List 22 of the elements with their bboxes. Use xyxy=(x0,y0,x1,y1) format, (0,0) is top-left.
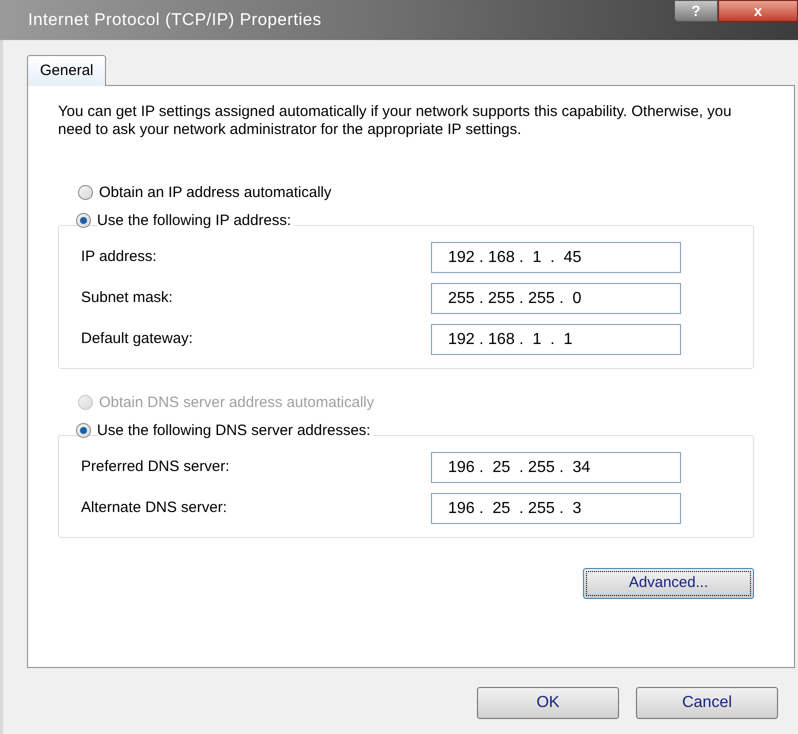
window-title: Internet Protocol (TCP/IP) Properties xyxy=(28,9,322,32)
field-label: Default gateway: xyxy=(81,329,194,350)
radio-label: Use the following DNS server addresses: xyxy=(97,423,374,438)
ip-address-field[interactable]: 255 . 255 . 255 . 0 xyxy=(431,283,681,314)
radio-button[interactable] xyxy=(76,423,91,438)
ip-address-field[interactable]: 196 . 25 . 255 . 34 xyxy=(431,452,681,483)
advanced-button[interactable]: Advanced... xyxy=(583,568,754,599)
ok-button[interactable]: OK xyxy=(477,687,619,719)
description-text: You can get IP settings assigned automatically if your network supports this capability. Otherwise, you need to ask your network administrator for the appropriate IP settings. xyxy=(58,103,732,139)
radio-button[interactable] xyxy=(78,185,93,200)
ip-address-field[interactable]: 192 . 168 . 1 . 45 xyxy=(431,242,681,273)
close-button[interactable]: x xyxy=(718,0,798,22)
ip-address-field[interactable]: 196 . 25 . 255 . 3 xyxy=(431,493,681,524)
radio-label: Use the following IP address: xyxy=(97,213,295,228)
field-label: Alternate DNS server: xyxy=(81,498,228,518)
ip-address-field[interactable]: 192 . 168 . 1 . 1 xyxy=(431,324,681,355)
radio-button[interactable] xyxy=(76,213,91,228)
cancel-button[interactable]: Cancel xyxy=(636,687,778,719)
tab[interactable]: General xyxy=(27,55,106,86)
field-label: Subnet mask: xyxy=(81,288,174,308)
field-label: IP address: xyxy=(81,247,158,268)
field-label: Preferred DNS server: xyxy=(81,457,230,478)
